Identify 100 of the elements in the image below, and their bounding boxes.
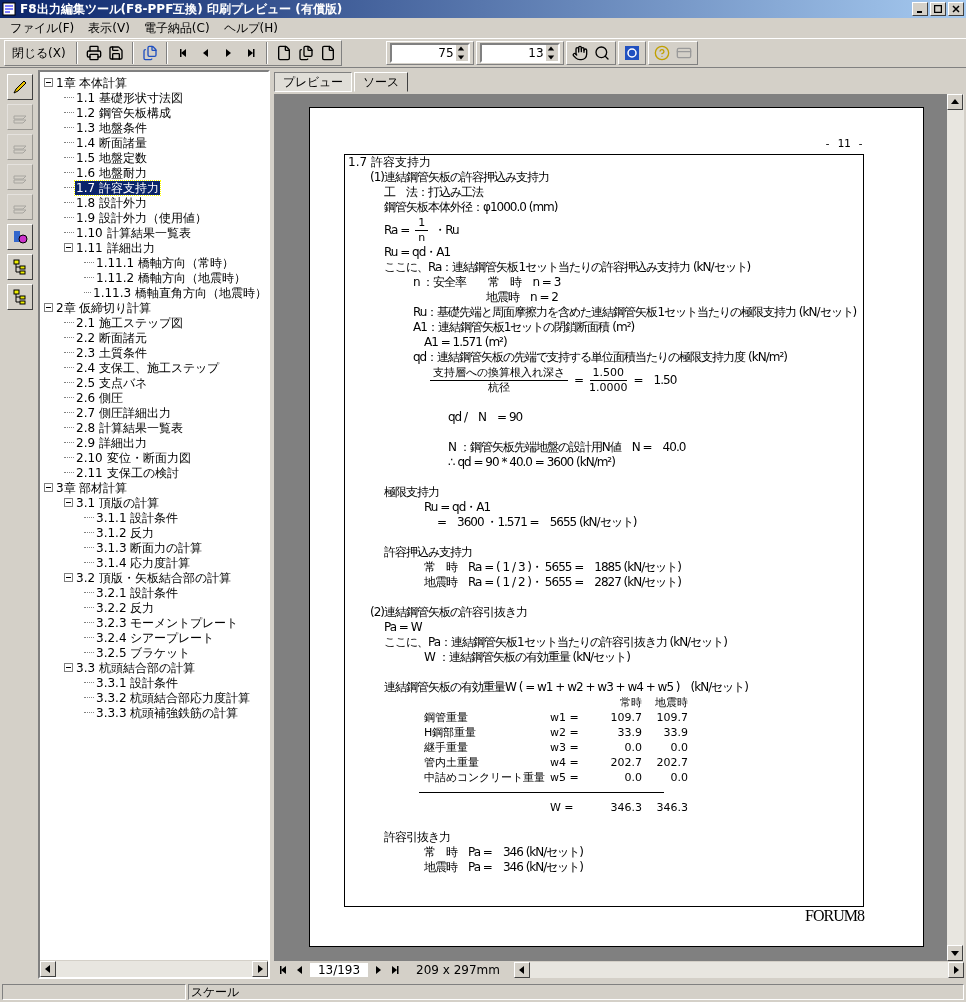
- tree-item[interactable]: 3.1 頂版の計算: [75, 495, 160, 510]
- tree-item[interactable]: 3.2.3 モーメントプレート: [95, 615, 240, 630]
- formula-text: Ra =: [384, 222, 410, 238]
- table-cell-text: w4 =: [550, 755, 580, 770]
- table-cell-text: 33.9: [616, 725, 642, 740]
- document-line: ∴ qd = 90 * 40.0 = 3600 (kN/m²): [448, 455, 615, 470]
- table-cell-text: H鋼部重量: [424, 725, 478, 740]
- page-field[interactable]: 13/193: [310, 963, 368, 977]
- table-cell-text: 管内土重量: [424, 755, 480, 770]
- tree-item[interactable]: 3.2.2 反力: [95, 600, 156, 615]
- tree-item[interactable]: 3.2.1 設計条件: [95, 585, 180, 600]
- page-spinner[interactable]: 13: [479, 43, 560, 63]
- tree-item[interactable]: 1.11 詳細出力: [75, 240, 156, 255]
- tree-item[interactable]: 3.3.3 杭頭補強鉄筋の計算: [95, 705, 240, 720]
- tree-item[interactable]: 3.1.3 断面力の計算: [95, 540, 204, 555]
- tree-item[interactable]: 3.3 杭頭結合部の計算: [75, 660, 196, 675]
- tree-item[interactable]: 3.1.2 反力: [95, 525, 156, 540]
- tree-item[interactable]: 1.5 地盤定数: [75, 150, 148, 165]
- tree-item[interactable]: 2.5 支点バネ: [75, 375, 148, 390]
- tree-item[interactable]: 3.1.4 応力度計算: [95, 555, 192, 570]
- document-line: Ru = qd・A1: [424, 500, 491, 515]
- document-line: Pa = W: [384, 620, 422, 635]
- tree-item[interactable]: 1.9 設計外力（使用値）: [75, 210, 208, 225]
- tree-item[interactable]: 1.1 基礎形状寸法図: [75, 90, 184, 105]
- tree-item[interactable]: 1.8 設計外力: [75, 195, 148, 210]
- table-cell-text: W =: [550, 800, 575, 815]
- menu-item[interactable]: 電子納品(C): [137, 18, 216, 38]
- formula-text: = 1.50: [633, 372, 677, 388]
- tree-item[interactable]: 3.2 頂版・矢板結合部の計算: [75, 570, 232, 585]
- tree-item[interactable]: 2.7 側圧詳細出力: [75, 405, 172, 420]
- table-cell-text: 鋼管重量: [424, 710, 469, 725]
- tree-item[interactable]: 3.1.1 設計条件: [95, 510, 180, 525]
- table-cell-text: 109.7: [655, 710, 688, 725]
- zoom-spinner[interactable]: 75: [389, 43, 470, 63]
- tree-item[interactable]: 1.3 地盤条件: [75, 120, 148, 135]
- table-cell-text: w3 =: [550, 740, 580, 755]
- tree-item[interactable]: 2.6 側圧: [75, 390, 124, 405]
- tree-item[interactable]: 1.7 許容支持力: [75, 180, 160, 195]
- document-line: ここに、Pa：連結鋼管矢板1セット当たりの許容引抜き力 (kN/セット): [384, 635, 727, 650]
- tree-item[interactable]: 1.4 断面諸量: [75, 135, 148, 150]
- table-cell-text: 33.9: [662, 725, 688, 740]
- document-line: W ：連結鋼管矢板の有効重量 (kN/セット): [424, 650, 630, 665]
- tree-item[interactable]: 2.10 変位・断面力図: [75, 450, 192, 465]
- menu-item[interactable]: ファイル(F): [4, 18, 81, 38]
- table-cell-text: w2 =: [550, 725, 580, 740]
- tree-item[interactable]: 1.6 地盤耐力: [75, 165, 148, 180]
- document-line: (2)連結鋼管矢板の許容引抜き力: [370, 605, 527, 620]
- tab[interactable]: ソース: [354, 72, 408, 92]
- document-line: 常 時 Ra = ( 1 / 3 )・ 5655 = 1885 (kN/セット): [424, 560, 681, 575]
- tree-item[interactable]: 1.2 鋼管矢板構成: [75, 105, 172, 120]
- fraction-denominator: n: [418, 230, 426, 245]
- page-number: - 11 -: [824, 137, 864, 150]
- tree-item[interactable]: 2.3 土質条件: [75, 345, 148, 360]
- table-cell-text: w1 =: [550, 710, 580, 725]
- document-line: 工 法：打込み工法: [384, 185, 483, 200]
- tree-item[interactable]: 1章 本体計算: [55, 75, 129, 90]
- document-line: qd：連結鋼管矢板の先端で支持する単位面積当たりの極限支持力度 (kN/m²): [413, 350, 787, 365]
- document-line: 地震時 Ra = ( 1 / 2 )・ 5655 = 2827 (kN/セット): [424, 575, 681, 590]
- table-cell-text: 0.0: [669, 740, 688, 755]
- document-line: 常 時 Pa = 346 (kN/セット): [424, 845, 583, 860]
- table-cell-text: 継手重量: [424, 740, 469, 755]
- tree-item[interactable]: 1.11.3 橋軸直角方向（地震時）: [92, 285, 268, 300]
- table-cell-text: 0.0: [623, 740, 642, 755]
- document-line: Ru：基礎先端と周面摩擦力を含めた連結鋼管矢板1セット当たりの極限支持力 (kN/セット): [413, 305, 857, 320]
- document-line: 地震時 n = 2: [486, 290, 558, 305]
- table-cell-text: w5 =: [550, 770, 580, 785]
- tree-item[interactable]: 2.9 詳細出力: [75, 435, 148, 450]
- document-line: A1：連結鋼管矢板1セットの閉鎖断面積 (m²): [413, 320, 635, 335]
- close-button[interactable]: 閉じる(X): [8, 42, 70, 64]
- fraction-denominator: 杭径: [488, 380, 510, 395]
- paper-size: 209 x 297mm: [416, 963, 500, 977]
- tree-item[interactable]: 2.11 支保工の検討: [75, 465, 180, 480]
- tree-item[interactable]: 2.2 断面諸元: [75, 330, 148, 345]
- tree-item[interactable]: 3.3.1 設計条件: [95, 675, 180, 690]
- table-cell-text: 0.0: [669, 770, 688, 785]
- window-title: F8出力編集ツール(F8-PPF互換) 印刷プレビュー (有償版): [20, 0, 343, 18]
- table-header: 地震時: [654, 695, 688, 710]
- fraction-numerator: 支持層への換算根入れ深さ: [430, 365, 568, 381]
- tree-item[interactable]: 2.4 支保工、施工ステップ: [75, 360, 220, 375]
- table-cell-text: 中詰めコンクリート重量: [424, 770, 546, 785]
- document-line: 許容押込み支持力: [384, 545, 472, 560]
- tree-item[interactable]: 1.11.2 橋軸方向（地震時）: [95, 270, 247, 285]
- tree-item[interactable]: 3.2.4 シアープレート: [95, 630, 216, 645]
- tree-item[interactable]: 1.10 計算結果一覧表: [75, 225, 192, 240]
- tree-item[interactable]: 1.11.1 橋軸方向（常時）: [95, 255, 235, 270]
- tab[interactable]: プレビュー: [274, 72, 352, 92]
- document-line: 地震時 Pa = 346 (kN/セット): [424, 860, 583, 875]
- menu-item[interactable]: ヘルプ(H): [217, 18, 284, 38]
- fraction-numerator: 1.500: [589, 365, 628, 381]
- tree-item[interactable]: 2.1 施工ステップ図: [75, 315, 184, 330]
- menu-item[interactable]: 表示(V): [82, 18, 136, 38]
- tree-item[interactable]: 3.3.2 杭頭結合部応力度計算: [95, 690, 252, 705]
- document-line: 鋼管矢板本体外径：φ1000.0 (mm): [384, 200, 558, 215]
- tree-item[interactable]: 3章 部材計算: [55, 480, 129, 495]
- document-line: Ru = qd・A1: [384, 245, 451, 260]
- tree-item[interactable]: 2章 仮締切り計算: [55, 300, 153, 315]
- tree-item[interactable]: 3.2.5 ブラケット: [95, 645, 192, 660]
- table-cell-text: 202.7: [609, 755, 642, 770]
- tree-item[interactable]: 2.8 計算結果一覧表: [75, 420, 184, 435]
- formula-text: =: [574, 372, 584, 388]
